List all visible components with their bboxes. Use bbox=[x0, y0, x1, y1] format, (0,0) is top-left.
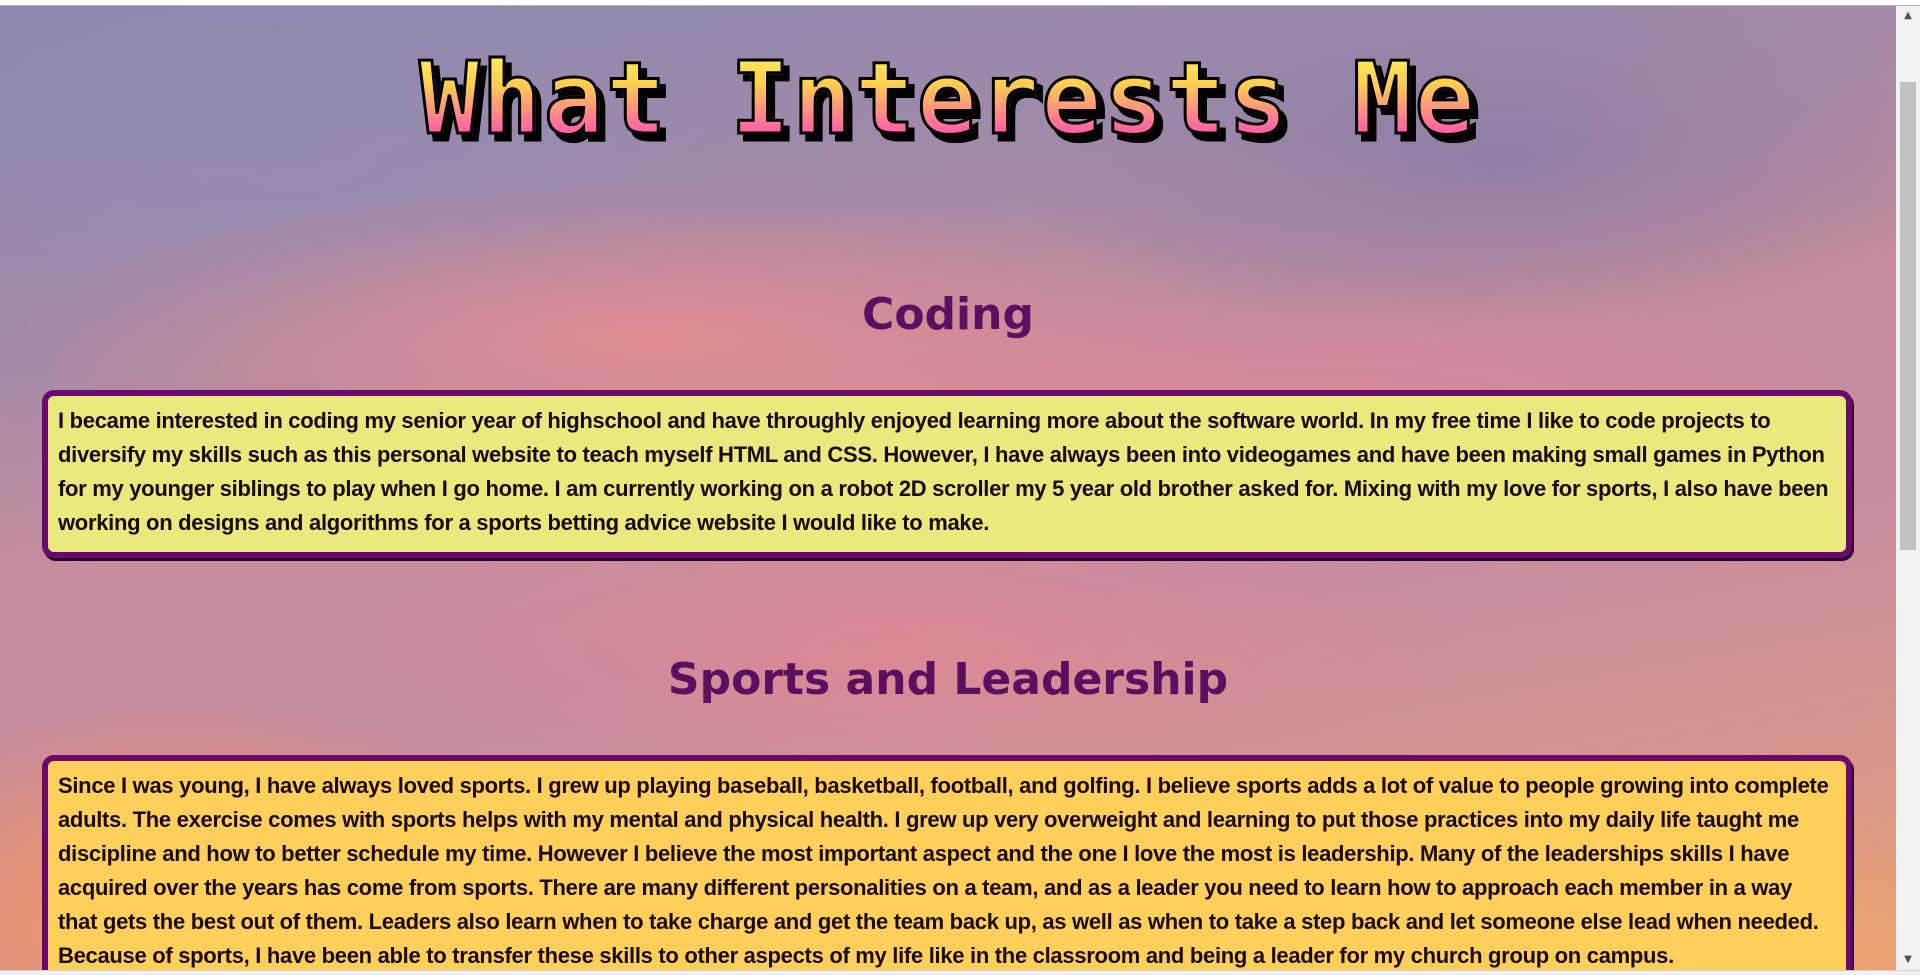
section-heading-sports-leadership: Sports and Leadership bbox=[667, 654, 1229, 705]
scroll-down-arrow-icon[interactable]: ▼ bbox=[1896, 950, 1920, 970]
browser-bottom-edge bbox=[0, 970, 1920, 975]
scroll-up-arrow-icon[interactable]: ▲ bbox=[1896, 6, 1920, 26]
page-title: What Interests Me bbox=[0, 42, 1896, 155]
sports-leadership-description-box: Since I was young, I have always loved s… bbox=[42, 755, 1852, 970]
coding-description-box: I became interested in coding my senior … bbox=[42, 390, 1852, 558]
scrollbar-thumb[interactable] bbox=[1900, 82, 1916, 550]
vertical-scrollbar[interactable]: ▲ ▼ bbox=[1896, 6, 1920, 970]
page-viewport: What Interests Me Coding I became intere… bbox=[0, 6, 1896, 970]
section-heading-coding: Coding bbox=[862, 289, 1034, 340]
